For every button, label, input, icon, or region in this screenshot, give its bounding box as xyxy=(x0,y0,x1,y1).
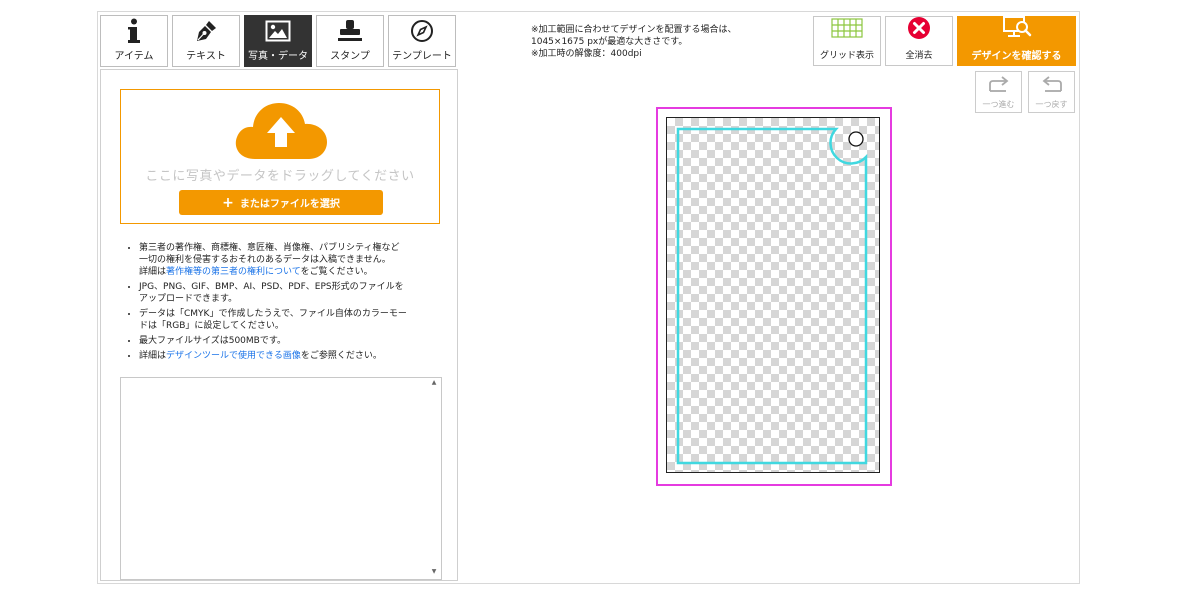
upload-panel: ここに写真やデータをドラッグしてください + またはファイルを選択 第三者の著作… xyxy=(100,69,458,581)
note-text: をご覧ください。 xyxy=(300,267,373,277)
preview-monitor-icon xyxy=(1002,15,1032,43)
file-dropzone[interactable]: ここに写真やデータをドラッグしてください + またはファイルを選択 xyxy=(120,89,440,224)
note-text: 詳細は xyxy=(139,351,167,361)
select-file-button[interactable]: + またはファイルを選択 xyxy=(179,190,383,215)
confirm-design-label: デザインを確認する xyxy=(971,51,1062,62)
tab-stamp[interactable]: スタンプ xyxy=(316,15,384,67)
redo-icon xyxy=(986,75,1012,99)
tab-text-label: テキスト xyxy=(186,51,226,62)
redo-button[interactable]: 一つ進む xyxy=(975,71,1022,113)
note-text: 一切の権利を侵害するおそれのあるデータは入稿できません。 xyxy=(139,255,391,265)
undo-button[interactable]: 一つ戻す xyxy=(1028,71,1075,113)
note-text: アップロードできます。 xyxy=(139,294,238,304)
plus-icon: + xyxy=(222,194,234,211)
note-text: をご参照ください。 xyxy=(300,351,382,361)
info-line: ※加工時の解像度：400dpi xyxy=(531,49,642,59)
note-max-size: 最大ファイルサイズは500MBです。 xyxy=(139,335,459,347)
tab-template-label: テンプレート xyxy=(392,51,452,62)
grid-icon xyxy=(831,18,863,42)
confirm-design-button[interactable]: デザインを確認する xyxy=(957,16,1076,66)
tab-item-label: アイテム xyxy=(114,51,154,62)
info-line: 1045×1675 pxが最適な大きさです。 xyxy=(531,37,688,47)
compass-icon xyxy=(410,17,434,45)
clear-icon xyxy=(907,16,931,44)
note-copyright: 第三者の著作権、商標権、意匠権、肖像権、パブリシティ権など 一切の権利を侵害する… xyxy=(139,242,459,278)
scroll-down-arrow-icon[interactable]: ▼ xyxy=(430,568,438,575)
tool-tabs: アイテム テキスト 写真・データ スタンプ テンプレート xyxy=(100,15,456,67)
note-text: 最大ファイルサイズは500MBです。 xyxy=(139,336,286,346)
redo-label: 一つ進む xyxy=(982,100,1015,109)
select-file-label: またはファイルを選択 xyxy=(239,199,340,210)
image-icon xyxy=(265,17,291,45)
note-text: JPG、PNG、GIF、BMP、AI、PSD、PDF、EPS形式のファイルを xyxy=(139,282,404,292)
uploaded-files-list[interactable] xyxy=(120,377,442,580)
tab-text[interactable]: テキスト xyxy=(172,15,240,67)
tab-template[interactable]: テンプレート xyxy=(388,15,456,67)
safe-area-outline xyxy=(676,127,868,465)
stamp-icon xyxy=(337,17,363,45)
undo-label: 一つ戻す xyxy=(1035,100,1068,109)
tab-item[interactable]: アイテム xyxy=(100,15,168,67)
upload-notes: 第三者の著作権、商標権、意匠権、肖像権、パブリシティ権など 一切の権利を侵害する… xyxy=(123,242,459,365)
scroll-up-arrow-icon[interactable]: ▲ xyxy=(430,379,438,386)
tab-stamp-label: スタンプ xyxy=(330,51,370,62)
note-formats: JPG、PNG、GIF、BMP、AI、PSD、PDF、EPS形式のファイルを ア… xyxy=(139,281,459,305)
size-info: ※加工範囲に合わせてデザインを配置する場合は、 1045×1675 pxが最適な… xyxy=(531,24,737,60)
usable-images-link[interactable]: デザインツールで使用できる画像 xyxy=(166,351,301,361)
note-text: ドは「RGB」に設定してください。 xyxy=(139,321,284,331)
tab-photo-data-label: 写真・データ xyxy=(248,51,308,62)
safe-area-overlay xyxy=(676,127,868,465)
drop-instruction: ここに写真やデータをドラッグしてください xyxy=(145,169,415,184)
note-text: データは「CMYK」で作成したうえで、ファイル自体のカラーモー xyxy=(139,309,407,319)
note-usable-images: 詳細はデザインツールで使用できる画像をご参照ください。 xyxy=(139,350,459,362)
note-text: 詳細は xyxy=(139,267,167,277)
pen-icon xyxy=(194,17,218,45)
cloud-upload-icon xyxy=(231,97,331,165)
info-icon xyxy=(127,17,141,45)
undo-icon xyxy=(1039,75,1065,99)
info-line: ※加工範囲に合わせてデザインを配置する場合は、 xyxy=(531,25,737,35)
tab-photo-data[interactable]: 写真・データ xyxy=(244,15,312,67)
note-text: 第三者の著作権、商標権、意匠権、肖像権、パブリシティ権など xyxy=(139,243,400,253)
note-color-mode: データは「CMYK」で作成したうえで、ファイル自体のカラーモー ドは「RGB」に… xyxy=(139,308,459,332)
copyright-link[interactable]: 著作権等の第三者の権利について xyxy=(166,267,301,277)
clear-all-button[interactable]: 全消去 xyxy=(885,16,953,66)
grid-toggle-label: グリッド表示 xyxy=(819,51,874,61)
grid-toggle-button[interactable]: グリッド表示 xyxy=(813,16,881,66)
clear-all-label: 全消去 xyxy=(905,51,933,61)
hole-icon xyxy=(848,131,864,147)
